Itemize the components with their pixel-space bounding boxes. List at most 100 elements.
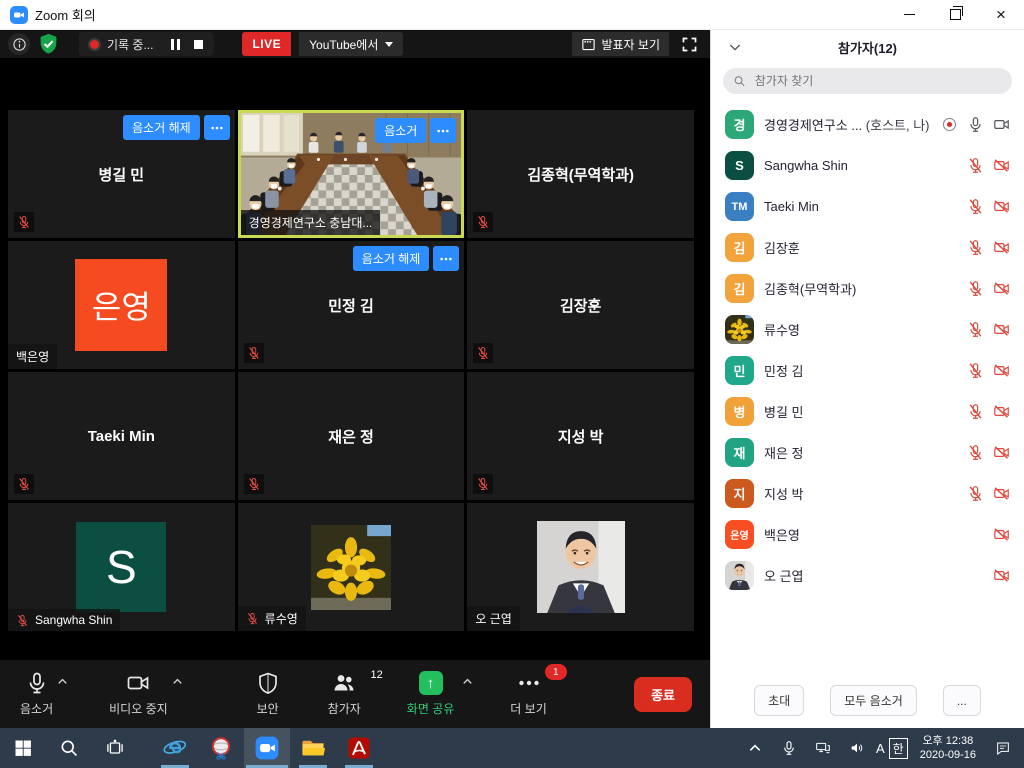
more-badge: 1 — [545, 664, 567, 680]
video-tile[interactable]: 김장훈 — [467, 241, 694, 369]
participant-status-icons — [967, 280, 1010, 297]
fullscreen-icon[interactable] — [681, 36, 698, 53]
flower-photo — [311, 525, 391, 610]
video-tile[interactable]: Taeki Min — [8, 372, 235, 500]
more-dots-icon — [210, 121, 224, 135]
video-tile[interactable]: 김종혁(무역학과) — [467, 110, 694, 238]
participant-status-icons — [967, 444, 1010, 461]
youtube-stream-menu[interactable]: YouTube에서 — [299, 32, 403, 56]
participant-row[interactable]: 오 근엽 — [711, 555, 1024, 596]
participant-row[interactable]: 민민정 김 — [711, 350, 1024, 391]
stop-recording-icon[interactable] — [194, 40, 203, 49]
participant-name: 오 근엽 — [764, 566, 983, 585]
taskbar-zoom[interactable] — [244, 728, 290, 768]
taskbar-clock[interactable]: 오후 12:38 2020-09-16 — [912, 734, 984, 763]
video-tile[interactable]: 음소거경영경제연구소 충남대... — [238, 110, 465, 238]
tray-microphone-icon[interactable] — [774, 728, 804, 768]
participant-row[interactable]: 김김장훈 — [711, 227, 1024, 268]
mic-icon — [967, 116, 984, 133]
participant-row[interactable]: 경경영경제연구소 ... (호스트, 나) — [711, 104, 1024, 145]
encryption-shield-icon[interactable] — [38, 33, 59, 55]
participant-status-icons — [941, 116, 1010, 133]
participant-row[interactable]: 김김종혁(무역학과) — [711, 268, 1024, 309]
tile-more-button[interactable] — [430, 118, 456, 143]
minimize-icon[interactable] — [886, 0, 932, 29]
ime-korean-indicator[interactable]: 한 — [889, 738, 908, 759]
pause-recording-icon[interactable] — [171, 39, 180, 50]
avatar: 민 — [725, 356, 754, 385]
ime-latin-indicator[interactable]: A — [876, 741, 885, 756]
camera-off-icon — [993, 444, 1010, 461]
participant-row[interactable]: 은영백은영 — [711, 514, 1024, 555]
restore-icon[interactable] — [932, 0, 978, 29]
more-dots-icon — [439, 252, 453, 266]
taskbar-file-explorer[interactable] — [290, 728, 336, 768]
meeting-info-icon[interactable] — [8, 33, 30, 55]
camera-off-icon — [993, 403, 1010, 420]
mic-off-icon — [967, 403, 984, 420]
tile-more-button[interactable] — [433, 246, 459, 271]
video-tile[interactable]: 은영백은영 — [8, 241, 235, 369]
participant-search[interactable] — [723, 68, 1012, 94]
video-tile[interactable]: 병길 민음소거 해제 — [8, 110, 235, 238]
video-tile[interactable]: 오 근엽 — [467, 503, 694, 631]
taskbar-internet-explorer[interactable] — [152, 728, 198, 768]
taskbar-acrobat[interactable] — [336, 728, 382, 768]
video-camera-icon — [126, 671, 150, 695]
ask-to-unmute-button[interactable]: 음소거 해제 — [123, 115, 200, 140]
security-button[interactable]: 보안 — [250, 671, 286, 717]
panel-more-button[interactable]: ... — [943, 685, 981, 716]
start-button[interactable] — [0, 728, 46, 768]
action-center-icon[interactable] — [988, 728, 1018, 768]
recording-indicator[interactable]: 기록 중... — [79, 32, 214, 56]
participant-row[interactable]: TMTaeki Min — [711, 186, 1024, 227]
tray-network-icon[interactable] — [808, 728, 838, 768]
participant-row[interactable]: SSangwha Shin — [711, 145, 1024, 186]
camera-off-icon — [993, 157, 1010, 174]
participant-row[interactable]: 지지성 박 — [711, 473, 1024, 514]
video-tile[interactable]: SSangwha Shin — [8, 503, 235, 631]
mute-all-button[interactable]: 모두 음소거 — [830, 685, 917, 716]
tray-volume-icon[interactable] — [842, 728, 872, 768]
ask-to-unmute-button[interactable]: 음소거 해제 — [353, 246, 430, 271]
video-tile[interactable]: 지성 박 — [467, 372, 694, 500]
window-title: Zoom 회의 — [35, 5, 96, 24]
leave-meeting-button[interactable]: 종료 — [634, 677, 692, 712]
participant-status-icons — [993, 567, 1010, 584]
stop-video-button[interactable]: 비디오 중지 — [103, 671, 174, 717]
name-text: 오 근엽 — [475, 610, 511, 627]
invite-button[interactable]: 초대 — [754, 685, 804, 716]
share-options-caret[interactable] — [461, 675, 474, 688]
speaker-view-button[interactable]: 발표자 보기 — [572, 32, 669, 56]
participant-name-label: 민정 김 — [328, 295, 374, 316]
video-tile[interactable]: 류수영 — [238, 503, 465, 631]
video-tile[interactable]: 재은 정 — [238, 372, 465, 500]
more-button[interactable]: 1 더 보기 — [504, 671, 552, 717]
participant-name-label: 류수영 — [238, 606, 306, 631]
participant-row[interactable]: 재재은 정 — [711, 432, 1024, 473]
task-view-button[interactable] — [92, 728, 138, 768]
participants-button[interactable]: 12 참가자 — [322, 671, 367, 717]
more-dots-icon — [517, 671, 541, 695]
mute-options-caret[interactable] — [56, 675, 69, 688]
taskbar-search-button[interactable] — [46, 728, 92, 768]
file-explorer-icon — [300, 735, 326, 761]
taskbar-snipping-tool[interactable] — [198, 728, 244, 768]
participant-row[interactable]: 류수영 — [711, 309, 1024, 350]
search-input[interactable] — [753, 73, 1002, 89]
share-screen-button[interactable]: ↑ 화면 공유 — [401, 671, 461, 717]
close-icon[interactable]: × — [978, 0, 1024, 29]
participant-name-label: 김장훈 — [560, 295, 601, 316]
tray-show-hidden-icon[interactable] — [740, 728, 770, 768]
mute-button[interactable]: 음소거 — [14, 671, 59, 717]
meeting-area: 기록 중... LIVE YouTube에서 발표자 보기 병길 민음소거 해제… — [0, 30, 710, 728]
participant-row[interactable]: 병병길 민 — [711, 391, 1024, 432]
mic-off-icon — [967, 444, 984, 461]
video-tile[interactable]: 민정 김 음소거 해제 — [238, 241, 465, 369]
participants-icon — [332, 671, 356, 695]
tile-more-button[interactable] — [204, 115, 230, 140]
video-options-caret[interactable] — [171, 675, 184, 688]
zoom-app-icon — [254, 735, 280, 761]
ask-to-unmute-button[interactable]: 음소거 — [375, 118, 426, 143]
windows-taskbar: A 한 오후 12:38 2020-09-16 — [0, 728, 1024, 768]
